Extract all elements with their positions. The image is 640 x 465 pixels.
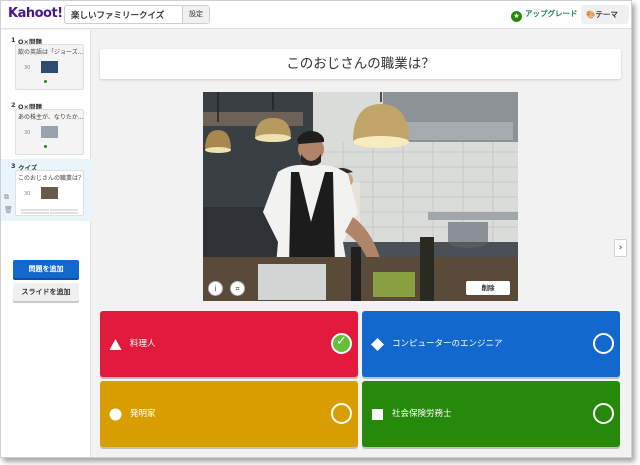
correct-toggle-icon[interactable] [331, 403, 352, 424]
top-bar: Kahoot! 楽しいファミリークイズ 設定 ★ アップグレード 🎨テーマ [1, 1, 631, 29]
upgrade-label: アップグレード [525, 9, 578, 18]
thumb-image [41, 61, 58, 73]
slide-item-1[interactable]: 1 O×問題 飲の英語は「ジョーズ... 30 [1, 33, 91, 95]
trash-icon[interactable]: 🗑 [4, 206, 13, 214]
slide-thumbnail: 飲の英語は「ジョーズ... 30 [15, 44, 84, 90]
slide-item-3[interactable]: 3 クイズ このおじさんの職業は？ 30 ⧉ 🗑 [1, 159, 91, 221]
settings-button[interactable]: 設定 [182, 6, 209, 23]
palette-icon: 🎨 [586, 10, 596, 19]
circle-icon [109, 408, 122, 421]
thumb-question: 飲の英語は「ジョーズ... [18, 49, 84, 56]
info-icon[interactable]: i [208, 281, 223, 296]
star-icon: ★ [511, 11, 522, 22]
thumb-question: あの株主が、なりたか... [18, 114, 84, 121]
thumb-correct-dot [44, 80, 47, 83]
theme-button[interactable]: 🎨テーマ [581, 5, 629, 24]
answer-tile-2[interactable]: コンピューターのエンジニア [362, 311, 620, 377]
slide-sidebar: 1 O×問題 飲の英語は「ジョーズ... 30 2 O×問題 あの株主が、なりた… [1, 30, 91, 457]
kahoot-logo: Kahoot! [8, 6, 63, 21]
duplicate-icon[interactable]: ⧉ [4, 193, 9, 202]
answer-text: 社会保険労務士 [392, 409, 452, 419]
delete-image-button[interactable]: 削除 [466, 281, 510, 295]
answer-tile-4[interactable]: 社会保険労務士 [362, 381, 620, 447]
question-image [203, 92, 518, 301]
add-question-button[interactable]: 問題を追加 [13, 260, 79, 278]
slide-thumbnail: あの株主が、なりたか... 30 [15, 109, 84, 155]
thumb-image [41, 187, 58, 199]
slide-number: 3 [11, 162, 16, 170]
slide-item-2[interactable]: 2 O×問題 あの株主が、なりたか... 30 [1, 98, 91, 160]
thumb-correct-dot [44, 145, 47, 148]
thumb-answer-bars [21, 209, 79, 214]
kitchen-chef-photo [203, 92, 518, 301]
correct-check-icon[interactable]: ✓ [331, 333, 352, 354]
app-window: Kahoot! 楽しいファミリークイズ 設定 ★ アップグレード 🎨テーマ 1 O… [0, 0, 632, 458]
crop-icon[interactable]: ⌗ [230, 281, 245, 296]
thumb-time: 30 [24, 130, 31, 136]
slide-number: 1 [11, 36, 16, 44]
correct-toggle-icon[interactable] [593, 403, 614, 424]
diamond-icon [371, 338, 384, 351]
thumb-question: このおじさんの職業は？ [18, 175, 85, 182]
quiz-title-field[interactable]: 楽しいファミリークイズ 設定 [64, 5, 210, 24]
upgrade-button[interactable]: ★ アップグレード [511, 8, 578, 22]
answer-tile-3[interactable]: 発明家 [100, 381, 358, 447]
theme-label: テーマ [595, 10, 618, 19]
correct-toggle-icon[interactable] [593, 333, 614, 354]
answer-text: 発明家 [130, 409, 156, 419]
thumb-time: 30 [24, 191, 31, 197]
add-slide-button[interactable]: スライドを追加 [13, 283, 79, 301]
quiz-title-text: 楽しいファミリークイズ [71, 11, 165, 21]
thumb-time: 30 [24, 65, 31, 71]
slide-thumbnail: このおじさんの職業は？ 30 [15, 170, 84, 216]
triangle-icon [109, 339, 122, 350]
question-title-field[interactable]: このおじさんの職業は？ [100, 49, 621, 79]
thumb-image [41, 126, 58, 138]
slide-number: 2 [11, 101, 16, 109]
answer-text: コンピューターのエンジニア [392, 339, 503, 349]
next-arrow-icon[interactable]: › [614, 239, 627, 257]
square-icon [372, 409, 383, 420]
answer-tile-1[interactable]: 料理人 ✓ [100, 311, 358, 377]
answer-text: 料理人 [130, 339, 156, 349]
